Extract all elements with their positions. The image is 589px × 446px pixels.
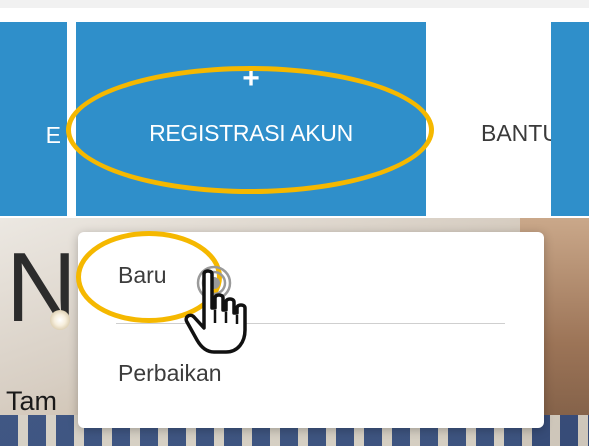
ceiling-light [50,310,70,330]
menu-item-baru[interactable]: Baru [118,262,167,289]
nav-item-next[interactable] [551,22,589,216]
hand-pointer-icon [184,269,247,354]
menu-item-perbaikan[interactable]: Perbaikan [118,360,222,387]
hero-text: Tam [6,386,58,416]
screenshot: N Tam E + REGISTRASI AKUN BANTU Baru Per… [0,0,589,446]
menu-divider [116,323,505,324]
nav-item-previous[interactable]: E [0,22,67,216]
nav-divider [67,22,76,216]
top-strip [0,0,589,8]
nav-item-registrasi-akun[interactable]: + REGISTRASI AKUN [76,22,426,216]
nav-item-bantuan[interactable]: BANTU [426,22,559,216]
nav-item-registrasi-akun-label: REGISTRASI AKUN [149,120,353,146]
plus-icon: + [242,62,260,95]
main-nav: E + REGISTRASI AKUN BANTU [0,22,589,216]
nav-item-previous-label: E [45,122,61,148]
nav-item-bantuan-label: BANTU [481,120,559,146]
registrasi-dropdown-menu: Baru Perbaikan [78,232,544,428]
